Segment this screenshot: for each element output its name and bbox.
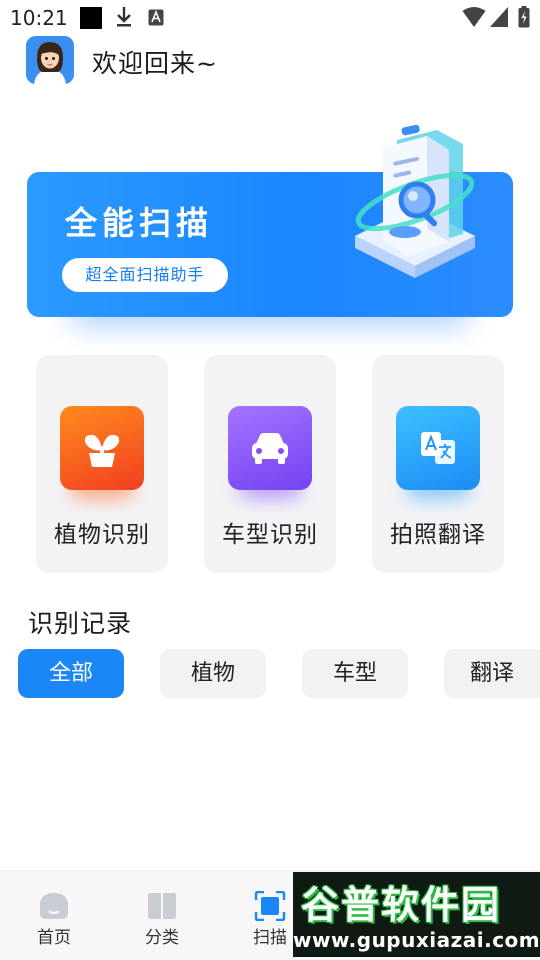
nav-label-home: 首页 xyxy=(37,928,71,948)
filter-chip-plant[interactable]: 植物 xyxy=(160,649,266,698)
watermark-url: www.gupuxiazai.com xyxy=(293,928,540,952)
plant-icon-tile xyxy=(60,406,144,490)
welcome-text: 欢迎回来~ xyxy=(92,49,218,78)
status-bar: 10:21 xyxy=(0,0,540,36)
feature-label: 植物识别 xyxy=(54,522,150,548)
wifi-icon xyxy=(462,7,486,27)
avatar[interactable] xyxy=(26,36,74,84)
filter-chip-all[interactable]: 全部 xyxy=(18,649,124,698)
feature-card-translate[interactable]: 拍照翻译 xyxy=(372,355,504,573)
feature-label: 车型识别 xyxy=(222,522,318,548)
notification-square-icon xyxy=(80,7,102,29)
filter-chip-car[interactable]: 车型 xyxy=(302,649,408,698)
car-icon xyxy=(252,433,288,464)
banner-pill-button[interactable]: 超全面扫描助手 xyxy=(62,258,228,292)
translate-icon xyxy=(421,432,455,464)
nav-label-category: 分类 xyxy=(145,928,179,948)
status-time: 10:21 xyxy=(10,6,68,30)
nav-item-category[interactable]: 分类 xyxy=(108,871,216,960)
watermark-title: 谷普软件园 xyxy=(301,883,502,927)
scan-banner[interactable]: 全能扫描 超全面扫描助手 xyxy=(27,124,513,317)
translate-icon-tile xyxy=(396,406,480,490)
plant-icon xyxy=(84,434,120,467)
feature-card-car[interactable]: 车型识别 xyxy=(204,355,336,573)
filter-chip-translate[interactable]: 翻译 xyxy=(444,649,540,698)
scan-icon xyxy=(254,891,286,921)
font-a-icon xyxy=(148,9,164,26)
book-icon xyxy=(148,893,176,919)
feature-card-plant[interactable]: 植物识别 xyxy=(36,355,168,573)
battery-icon xyxy=(518,6,530,28)
banner-title: 全能扫描 xyxy=(65,204,214,242)
avatar-girl-icon xyxy=(26,36,74,84)
download-icon xyxy=(117,7,131,27)
home-icon xyxy=(40,893,68,919)
feature-label: 拍照翻译 xyxy=(390,522,486,548)
records-title: 识别记录 xyxy=(28,609,133,638)
watermark-logo: 谷普软件园 www.gupuxiazai.com xyxy=(293,872,540,957)
nav-item-home[interactable]: 首页 xyxy=(0,871,108,960)
document-scan-illustration xyxy=(355,124,475,278)
cellular-icon xyxy=(490,7,508,27)
car-icon-tile xyxy=(228,406,312,490)
